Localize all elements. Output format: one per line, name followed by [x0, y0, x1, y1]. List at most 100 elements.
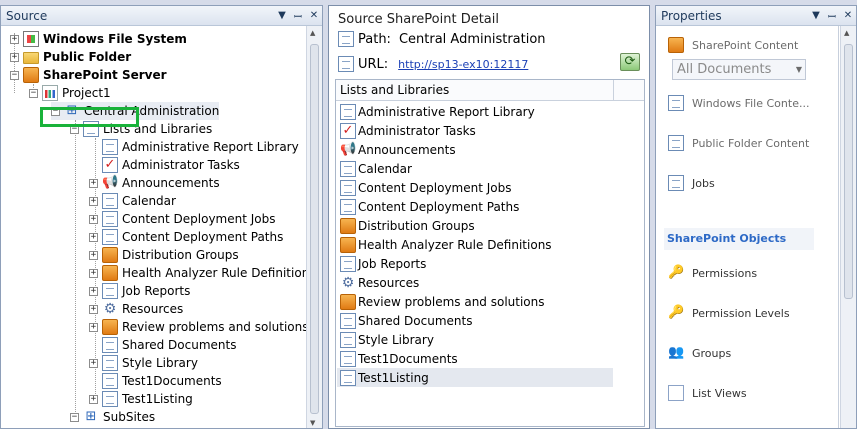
tree-item-sharepoint-server[interactable]: − SharePoint Server — [10, 66, 167, 84]
list-icon — [102, 229, 118, 245]
source-scrollbar[interactable]: ▲ ▼ — [306, 26, 322, 428]
document-library-icon — [340, 331, 356, 348]
url-link[interactable]: http://sp13-ex10:12117 — [398, 58, 528, 71]
list-icon — [340, 369, 356, 386]
list-item-label: Test1Documents — [358, 351, 458, 366]
document-library-icon — [102, 337, 118, 353]
expand-icon[interactable]: + — [89, 214, 98, 224]
collapse-icon[interactable]: − — [29, 88, 38, 98]
tree-item-label: Windows File System — [43, 32, 187, 46]
expand-icon[interactable]: + — [89, 250, 98, 260]
windows-file-content-button[interactable]: Windows File Conte... — [668, 95, 809, 111]
list-item-selected[interactable]: Test1Listing — [337, 368, 613, 387]
expand-icon[interactable]: + — [89, 358, 98, 368]
list-item[interactable]: Calendar — [337, 159, 613, 178]
expand-icon[interactable]: + — [89, 178, 98, 188]
tree-item-style-library[interactable]: + Style Library — [89, 354, 198, 372]
tree-item-label: Content Deployment Paths — [122, 230, 284, 244]
tree-item-test1listing[interactable]: + Test1Listing — [89, 390, 193, 408]
refresh-icon: ⟳ — [624, 54, 636, 69]
expand-icon[interactable]: + — [89, 268, 98, 278]
list-item[interactable]: Distribution Groups — [337, 216, 613, 235]
list-item[interactable]: Job Reports — [337, 254, 613, 273]
tree-item-subsites[interactable]: − ⊞ SubSites — [70, 408, 155, 426]
scroll-thumb[interactable] — [844, 44, 853, 299]
scroll-up-icon[interactable]: ▲ — [844, 29, 849, 37]
expand-icon[interactable]: + — [10, 52, 19, 62]
document-library-icon — [102, 139, 118, 155]
tree-item-label: Job Reports — [122, 284, 191, 298]
permission-levels-button[interactable]: 🔑 Permission Levels — [668, 305, 790, 321]
tree-item-distribution-groups[interactable]: + Distribution Groups — [89, 246, 239, 264]
public-folder-content-button[interactable]: Public Folder Content — [668, 135, 809, 151]
content-type-dropdown[interactable]: All Documents ▼ — [672, 59, 806, 80]
sharepoint-icon — [23, 67, 39, 83]
task-list-icon: ✓ — [102, 157, 118, 173]
scroll-down-icon[interactable]: ▼ — [310, 419, 315, 427]
tree-item-resources[interactable]: + ⚙ Resources — [89, 300, 183, 318]
pin-icon[interactable]: ꟷ — [824, 9, 840, 23]
expand-icon[interactable]: + — [89, 196, 98, 206]
tree-item-health-analyzer-rule-definitions[interactable]: + Health Analyzer Rule Definitions — [89, 264, 307, 282]
tree-item-review-problems-and-solutions[interactable]: + Review problems and solutions — [89, 318, 307, 336]
scroll-up-icon[interactable]: ▲ — [310, 29, 315, 37]
list-item[interactable]: Review problems and solutions — [337, 292, 613, 311]
refresh-button[interactable]: ⟳ — [620, 53, 640, 71]
expand-icon[interactable]: + — [89, 322, 98, 332]
panel-menu-icon[interactable]: ▼ — [274, 10, 290, 21]
tree-item-job-reports[interactable]: + Job Reports — [89, 282, 190, 300]
tree-item-shared-documents[interactable]: Shared Documents — [102, 336, 236, 354]
list-item[interactable]: Shared Documents — [337, 311, 613, 330]
tree-item-test1documents[interactable]: Test1Documents — [102, 372, 222, 390]
list-header[interactable]: Lists and Libraries — [336, 80, 644, 101]
calendar-icon — [102, 193, 118, 209]
tree-item-project1[interactable]: − Project1 — [29, 84, 111, 102]
tree-item-announcements[interactable]: + 📢 Announcements — [89, 174, 220, 192]
scroll-thumb[interactable] — [310, 44, 319, 414]
expand-icon[interactable]: + — [10, 34, 19, 44]
list-item[interactable]: Administrative Report Library — [337, 102, 613, 121]
sharepoint-list-icon — [340, 293, 356, 310]
jobs-button[interactable]: Jobs — [668, 175, 715, 191]
tree-item-administrator-tasks[interactable]: ✓ Administrator Tasks — [102, 156, 240, 174]
list-item[interactable]: Health Analyzer Rule Definitions — [337, 235, 613, 254]
list-item[interactable]: ✓ Administrator Tasks — [337, 121, 613, 140]
list-item[interactable]: 📢 Announcements — [337, 140, 613, 159]
list-item[interactable]: Content Deployment Jobs — [337, 178, 613, 197]
list-item[interactable]: ⚙ Resources — [337, 273, 613, 292]
close-icon[interactable]: ✕ — [306, 10, 322, 21]
expand-icon[interactable]: + — [89, 286, 98, 296]
permissions-button[interactable]: 🔑 Permissions — [668, 265, 757, 281]
list-item[interactable]: Content Deployment Paths — [337, 197, 613, 216]
tree-item-administrative-report-library[interactable]: Administrative Report Library — [102, 138, 299, 156]
tree-item-label: Test1Listing — [122, 392, 193, 406]
tree-item-content-deployment-paths[interactable]: + Content Deployment Paths — [89, 228, 283, 246]
windows-file-content-label: Windows File Conte... — [692, 96, 810, 110]
tree-item-label: Administrative Report Library — [122, 140, 299, 154]
close-icon[interactable]: ✕ — [840, 10, 856, 21]
chevron-down-icon: ▼ — [795, 65, 802, 74]
panel-menu-icon[interactable]: ▼ — [808, 10, 824, 21]
tree-item-windows-file-system[interactable]: + Windows File System — [10, 30, 187, 48]
document-library-icon — [340, 350, 356, 367]
source-panel-title: Source — [6, 8, 48, 23]
expand-icon[interactable]: + — [89, 232, 98, 242]
collapse-icon[interactable]: − — [70, 412, 79, 422]
list-views-button[interactable]: List Views — [668, 385, 747, 401]
sharepoint-content-button[interactable]: SharePoint Content — [668, 37, 798, 53]
properties-scrollbar[interactable]: ▲ — [840, 26, 856, 428]
list-item-label: Distribution Groups — [358, 218, 475, 233]
expand-icon[interactable]: + — [89, 304, 98, 314]
collapse-icon[interactable]: − — [10, 70, 19, 80]
subsites-icon: ⊞ — [85, 409, 97, 424]
expand-icon[interactable]: + — [89, 394, 98, 404]
tree-item-calendar[interactable]: + Calendar — [89, 192, 176, 210]
list-icon — [340, 198, 356, 215]
list-item[interactable]: Style Library — [337, 330, 613, 349]
pin-icon[interactable]: ꟷ — [290, 9, 306, 23]
tree-item-content-deployment-jobs[interactable]: + Content Deployment Jobs — [89, 210, 276, 228]
groups-button[interactable]: 👥 Groups — [668, 345, 731, 361]
tree-item-label: Style Library — [122, 356, 198, 370]
list-item[interactable]: Test1Documents — [337, 349, 613, 368]
tree-item-public-folder[interactable]: + Public Folder — [10, 48, 131, 66]
